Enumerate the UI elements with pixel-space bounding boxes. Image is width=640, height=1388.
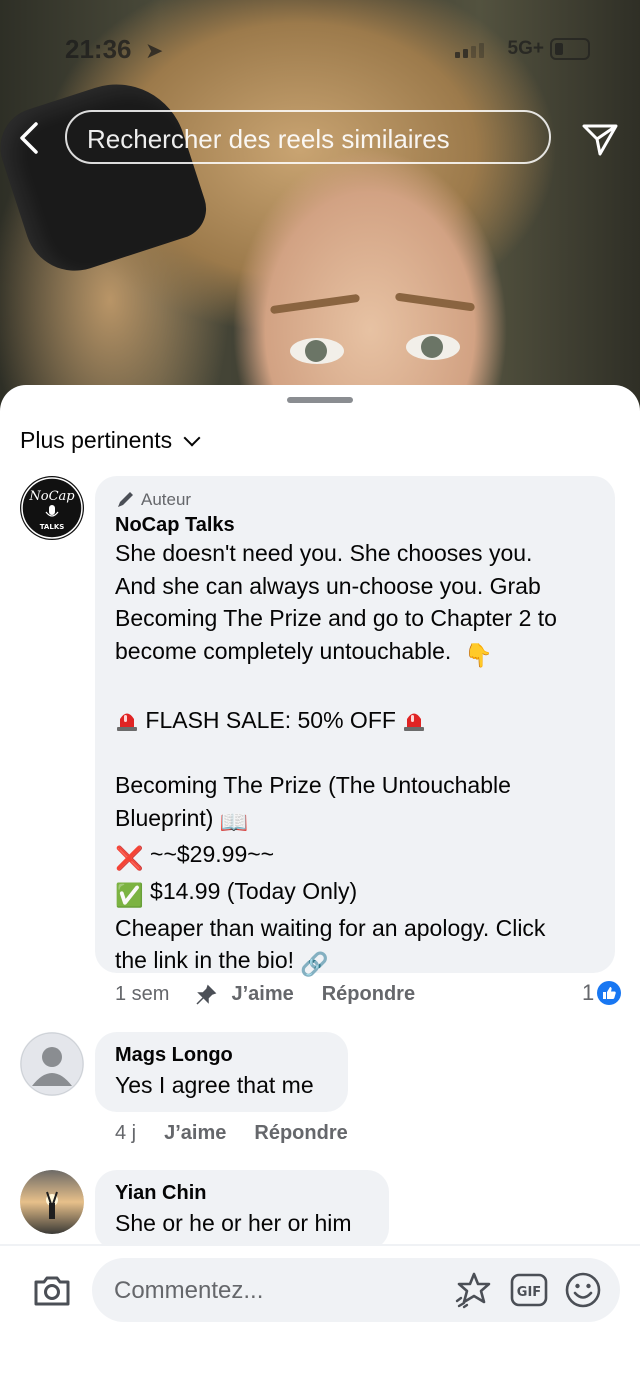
- comment-line: Becoming The Prize (The Untouchable: [115, 772, 511, 799]
- comment-line: Cheaper than waiting for an apology. Cli…: [115, 914, 546, 941]
- hair-clip-image: [0, 66, 214, 284]
- comment-bubble[interactable]: Mags Longo Yes I agree that me: [95, 1032, 348, 1112]
- eye-right: [406, 334, 460, 360]
- sheet-drag-handle[interactable]: [287, 397, 353, 403]
- flash-sale-line: FLASH SALE: 50% OFF: [115, 704, 595, 737]
- reply-button[interactable]: Répondre: [254, 1122, 347, 1145]
- comment-line: She doesn't need you. She chooses you.: [115, 540, 533, 566]
- siren-icon: [117, 713, 137, 731]
- reaction-summary[interactable]: 1: [582, 980, 622, 1006]
- gif-icon[interactable]: GIF: [510, 1271, 548, 1309]
- comment-line: become completely untouchable. 👇: [115, 635, 595, 672]
- link-emoji: 🔗: [300, 951, 330, 978]
- check-emoji: ✅: [115, 881, 144, 908]
- comment-text: She or he or her or him: [115, 1210, 352, 1236]
- location-arrow-icon: ➤: [145, 38, 164, 63]
- similar-reels-search[interactable]: [65, 110, 551, 164]
- avatar-mags-longo[interactable]: [20, 1032, 84, 1096]
- svg-text:GIF: GIF: [517, 1285, 541, 1300]
- eye-left: [290, 338, 344, 364]
- sort-label: Plus pertinents: [20, 427, 173, 453]
- point-down-emoji: 👇: [464, 641, 493, 668]
- avatar-sticker-icon[interactable]: [454, 1271, 492, 1309]
- comment-composer: GIF: [0, 1246, 640, 1388]
- sort-dropdown[interactable]: Plus pertinents: [20, 427, 201, 454]
- comment-bubble[interactable]: Yian Chin She or he or her or him: [95, 1170, 389, 1250]
- like-reaction-icon: [597, 981, 622, 1005]
- comment-time: 1 sem: [115, 983, 170, 1005]
- cross-emoji: ❌: [115, 845, 144, 872]
- comment-input[interactable]: [112, 1274, 436, 1308]
- comment-author-name[interactable]: NoCap Talks: [115, 514, 595, 537]
- battery-icon: [550, 38, 590, 60]
- comment-input-wrapper[interactable]: GIF: [92, 1258, 620, 1322]
- comment-text: Yes I agree that me: [115, 1072, 314, 1098]
- avatar-yian-chin[interactable]: [20, 1170, 84, 1234]
- book-emoji: 📖: [219, 808, 249, 835]
- camera-icon[interactable]: [32, 1270, 72, 1310]
- comment-line: And she can always un-choose you. Grab: [115, 572, 541, 599]
- send-icon[interactable]: [580, 118, 620, 158]
- pencil-icon: [118, 492, 133, 507]
- comment-author-name[interactable]: Mags Longo: [115, 1044, 328, 1067]
- comment-line: the link in the bio! 🔗: [115, 944, 595, 981]
- avatar-nocap-talks[interactable]: NoCap TALKS: [20, 476, 84, 540]
- reply-button[interactable]: Répondre: [322, 983, 415, 1006]
- comment-time: 4 j: [115, 1122, 137, 1144]
- status-bar: 21:36 ➤ 5G+: [0, 28, 640, 68]
- like-button[interactable]: J’aime: [231, 983, 293, 1006]
- comment-text: She doesn't need you. She chooses you. A…: [115, 537, 595, 981]
- chevron-down-icon: [183, 429, 201, 446]
- comments-sheet: Plus pertinents NoCap TALKS Auteur NoCap…: [0, 385, 640, 1388]
- eyebrow-left: [269, 293, 361, 315]
- comment-line: ✅ $14.99 (Today Only): [115, 875, 595, 912]
- comment-meta: 1 sem J’aime Répondre: [115, 983, 415, 1006]
- comment-meta: 4 j J’aime Répondre: [115, 1122, 348, 1145]
- comment-bubble[interactable]: Auteur NoCap Talks She doesn't need you.…: [95, 476, 615, 977]
- pin-icon: [196, 984, 217, 1005]
- status-time: 21:36: [65, 34, 132, 64]
- signal-icon: [455, 42, 487, 58]
- siren-icon: [404, 713, 425, 731]
- author-badge: Auteur: [115, 490, 595, 510]
- comment-author-name[interactable]: Yian Chin: [115, 1182, 369, 1205]
- smiley-icon[interactable]: [564, 1271, 602, 1309]
- comment-line: Becoming The Prize and go to Chapter 2 t…: [115, 605, 557, 632]
- author-badge-label: Auteur: [141, 490, 192, 509]
- avatar-logo-text: NoCap: [28, 489, 75, 504]
- back-chevron-icon[interactable]: [16, 120, 46, 156]
- eyebrow-right: [394, 292, 476, 312]
- comment-line: Blueprint) 📖: [115, 802, 595, 839]
- avatar-logo-subtext: TALKS: [40, 523, 65, 531]
- reaction-count: 1: [582, 980, 595, 1005]
- comment-line: ❌ ~~$29.99~~: [115, 838, 595, 875]
- reel-top-bar: [0, 108, 640, 168]
- search-input[interactable]: [85, 122, 529, 156]
- network-label: 5G+: [507, 38, 544, 59]
- like-button[interactable]: J’aime: [164, 1122, 226, 1145]
